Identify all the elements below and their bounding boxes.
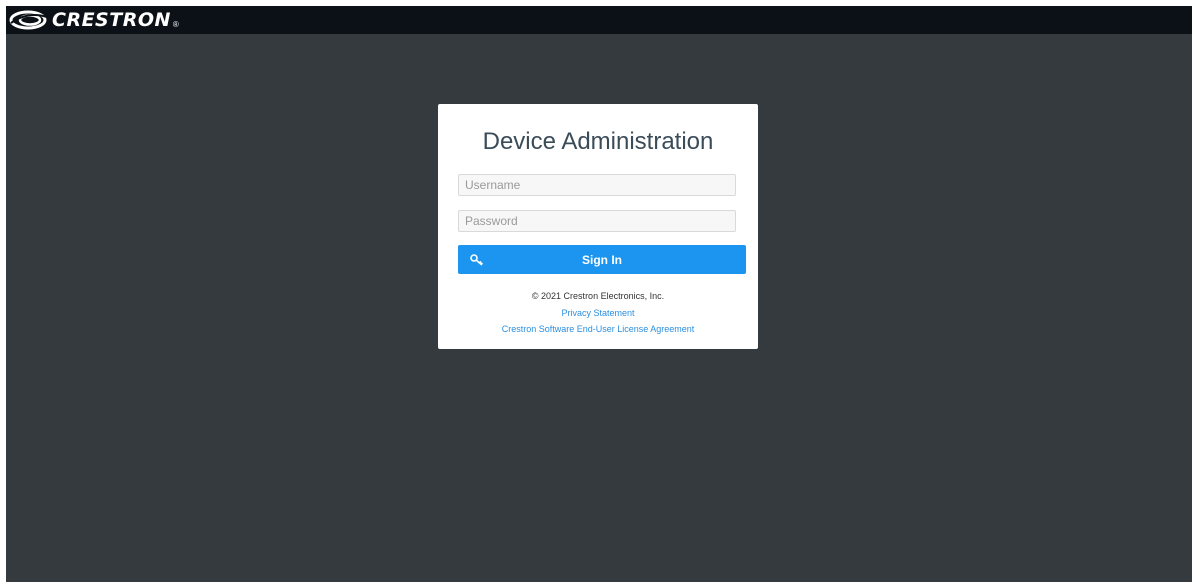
username-field[interactable] — [458, 174, 736, 196]
brand-name: CRESTRON — [52, 9, 171, 31]
password-field[interactable] — [458, 210, 736, 232]
page-background: CRESTRON ® Device Administration Sign In… — [6, 6, 1192, 582]
sign-in-label: Sign In — [582, 252, 622, 267]
top-bar: CRESTRON ® — [6, 6, 1192, 34]
key-icon — [470, 254, 483, 266]
eula-link[interactable]: Crestron Software End-User License Agree… — [438, 324, 758, 334]
page-title: Device Administration — [482, 128, 714, 155]
registered-mark: ® — [172, 19, 179, 29]
copyright-text: © 2021 Crestron Electronics, Inc. — [531, 291, 665, 301]
login-card: Device Administration Sign In © 2021 Cre… — [438, 104, 758, 349]
crestron-logo: CRESTRON ® — [8, 9, 179, 31]
sign-in-button[interactable]: Sign In — [458, 245, 746, 274]
crestron-swirl-icon — [9, 10, 48, 30]
privacy-statement-link[interactable]: Privacy Statement — [438, 308, 758, 318]
